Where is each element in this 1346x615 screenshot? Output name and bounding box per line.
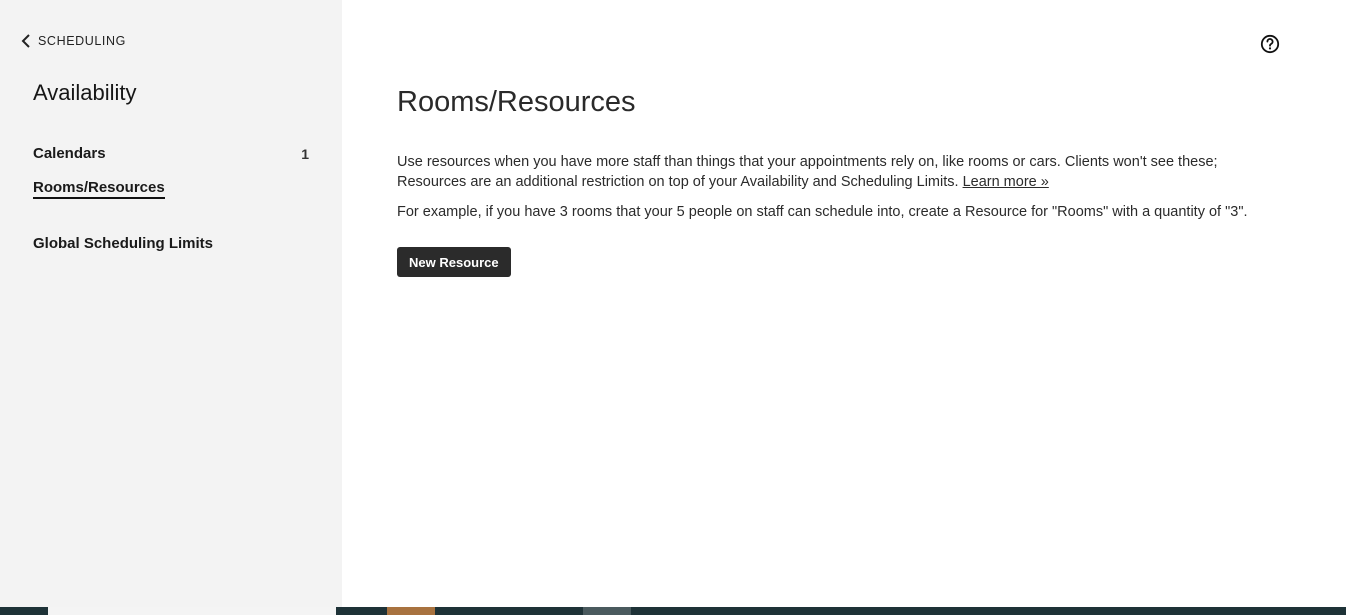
new-resource-button[interactable]: New Resource <box>397 247 511 277</box>
taskbar-app-icon[interactable] <box>583 607 631 615</box>
help-icon[interactable] <box>1260 34 1280 54</box>
sidebar-item-global-scheduling-limits[interactable]: Global Scheduling Limits <box>33 235 309 252</box>
taskbar-app-icon[interactable] <box>387 607 435 615</box>
sidebar-item-label: Rooms/Resources <box>33 179 165 199</box>
sidebar-item-rooms-resources[interactable]: Rooms/Resources <box>33 179 309 199</box>
chevron-left-icon <box>20 33 32 49</box>
page-title: Rooms/Resources <box>397 86 636 118</box>
example-text: For example, if you have 3 rooms that yo… <box>397 204 1248 220</box>
taskbar-search-box[interactable] <box>48 607 336 615</box>
description-line-2: Resources are an additional restriction … <box>397 174 959 190</box>
back-link-label: SCHEDULING <box>38 34 126 48</box>
description-text: Use resources when you have more staff t… <box>397 152 1277 192</box>
description-line-1: Use resources when you have more staff t… <box>397 154 1218 170</box>
sidebar-item-calendars[interactable]: Calendars 1 <box>33 145 309 162</box>
os-taskbar <box>0 607 1346 615</box>
sidebar-item-label: Global Scheduling Limits <box>33 235 214 252</box>
sidebar: SCHEDULING Availability Calendars 1 Room… <box>0 0 342 607</box>
back-to-scheduling-link[interactable]: SCHEDULING <box>20 33 126 49</box>
learn-more-link[interactable]: Learn more » <box>963 174 1049 190</box>
calendars-count-badge: 1 <box>301 145 309 162</box>
app-window: SCHEDULING Availability Calendars 1 Room… <box>0 0 1346 615</box>
sidebar-item-label: Calendars <box>33 145 106 162</box>
sidebar-title: Availability <box>33 80 137 105</box>
main-content: Rooms/Resources Use resources when you h… <box>342 0 1346 607</box>
